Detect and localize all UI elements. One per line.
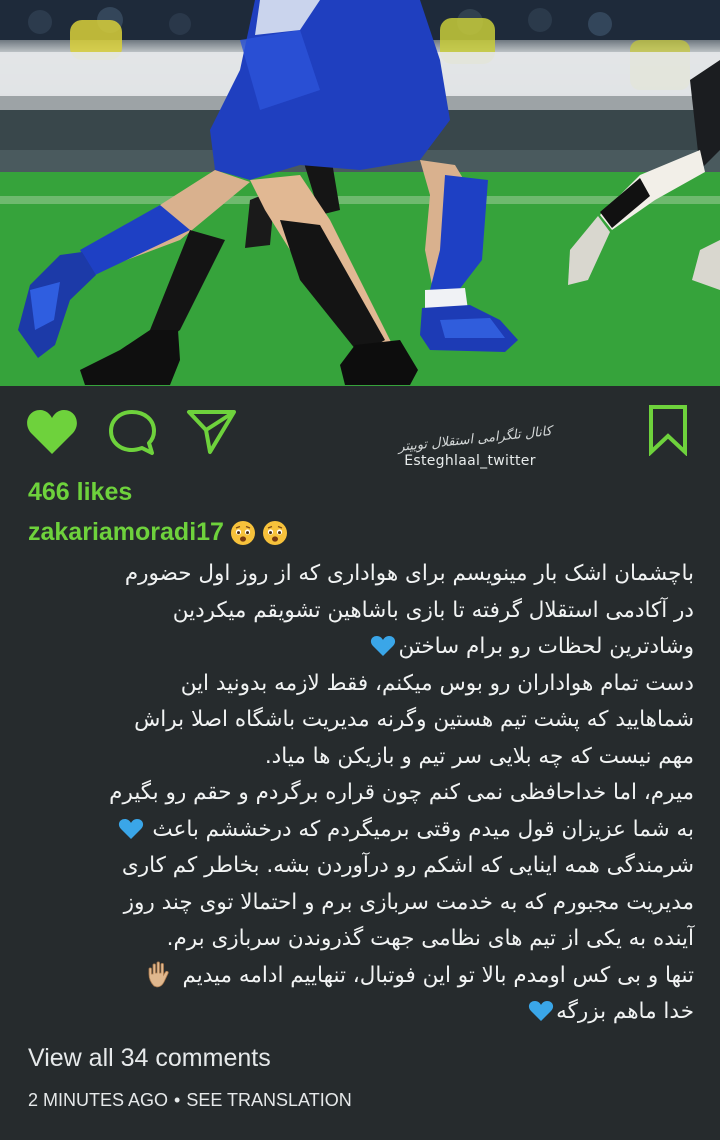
save-button[interactable] <box>646 404 690 457</box>
sad-face-emoji-icon <box>230 520 255 545</box>
caption-line: خدا ماهم بزرگه <box>24 994 694 1031</box>
caption-line: باچشمان اشک بار مینویسم برای هواداری که … <box>124 561 694 586</box>
caption-line: مهم نیست که چه بلایی سر تیم و بازیکن ها … <box>264 743 694 769</box>
post-timestamp: 2 MINUTES AGO <box>28 1090 169 1110</box>
post-photo[interactable] <box>0 0 720 386</box>
post-meta: 2 MINUTES AGO • SEE TRANSLATION <box>28 1090 352 1111</box>
caption-line: میرم، اما خداحافظی نمی کنم چون قراره برگ… <box>109 780 694 805</box>
see-translation-link[interactable]: SEE TRANSLATION <box>186 1090 351 1110</box>
caption-line: به شما عزیزان قول میدم وقتی برمیگردم که … <box>24 812 694 849</box>
view-all-comments-link[interactable]: View all 34 comments <box>28 1044 271 1073</box>
meta-separator: • <box>174 1090 181 1110</box>
like-button[interactable] <box>26 408 78 456</box>
caption-line: تنها و بی کس اومدم بالا تو این فوتبال، ت… <box>24 958 694 995</box>
raised-hand-emoji-icon <box>148 960 169 987</box>
watermark-handle: Esteghlaal_twitter <box>404 453 536 469</box>
sad-face-emoji-icon <box>262 520 287 545</box>
caption-line: آینده به یکی از تیم های نظامی جهت گذروند… <box>166 926 694 951</box>
caption-line-text: وشادترین لحظات رو برام ساختن <box>398 634 694 659</box>
username-link[interactable]: zakariamoradi17 <box>28 518 224 547</box>
caption-line-text: تنها و بی کس اومدم بالا تو این فوتبال، ت… <box>182 962 694 988</box>
likes-count[interactable]: 466 likes <box>28 478 132 507</box>
caption-line: شرمندگی همه اینایی که اشکم رو درآوردن بش… <box>121 853 694 878</box>
blue-heart-emoji-icon <box>371 636 396 656</box>
caption-line: مدیریت مجبورم که به خدمت سربازی برم و اح… <box>123 889 694 915</box>
paper-plane-icon <box>187 410 236 454</box>
caption-header: zakariamoradi17 <box>28 518 288 547</box>
caption-line-text: به شما عزیزان قول میدم وقتی برمیگردم که … <box>152 816 694 842</box>
comment-bubble-icon <box>109 410 156 455</box>
post-caption: باچشمان اشک بار مینویسم برای هواداری که … <box>24 556 694 1031</box>
heart-icon <box>27 410 77 454</box>
comment-button[interactable] <box>108 408 158 458</box>
share-button[interactable] <box>186 408 238 456</box>
caption-line: دست تمام هواداران رو بوس میکنم، فقط لازم… <box>180 670 694 696</box>
channel-watermark: کانال تلگرامی استقلال توییتر Esteghlaal_… <box>380 424 560 486</box>
blue-heart-emoji-icon <box>528 1001 554 1021</box>
bookmark-icon <box>649 405 687 457</box>
football-players-image <box>0 0 720 386</box>
caption-line: در آکادمی استقلال گرفته تا بازی باشاهین … <box>172 597 694 623</box>
caption-line: وشادترین لحظات رو برام ساختن <box>24 629 694 666</box>
blue-heart-emoji-icon <box>118 818 143 839</box>
caption-line: شماهایید که پشت تیم هستین وگرنه مدیریت ب… <box>134 707 694 732</box>
caption-line-text: خدا ماهم بزرگه <box>556 999 694 1024</box>
